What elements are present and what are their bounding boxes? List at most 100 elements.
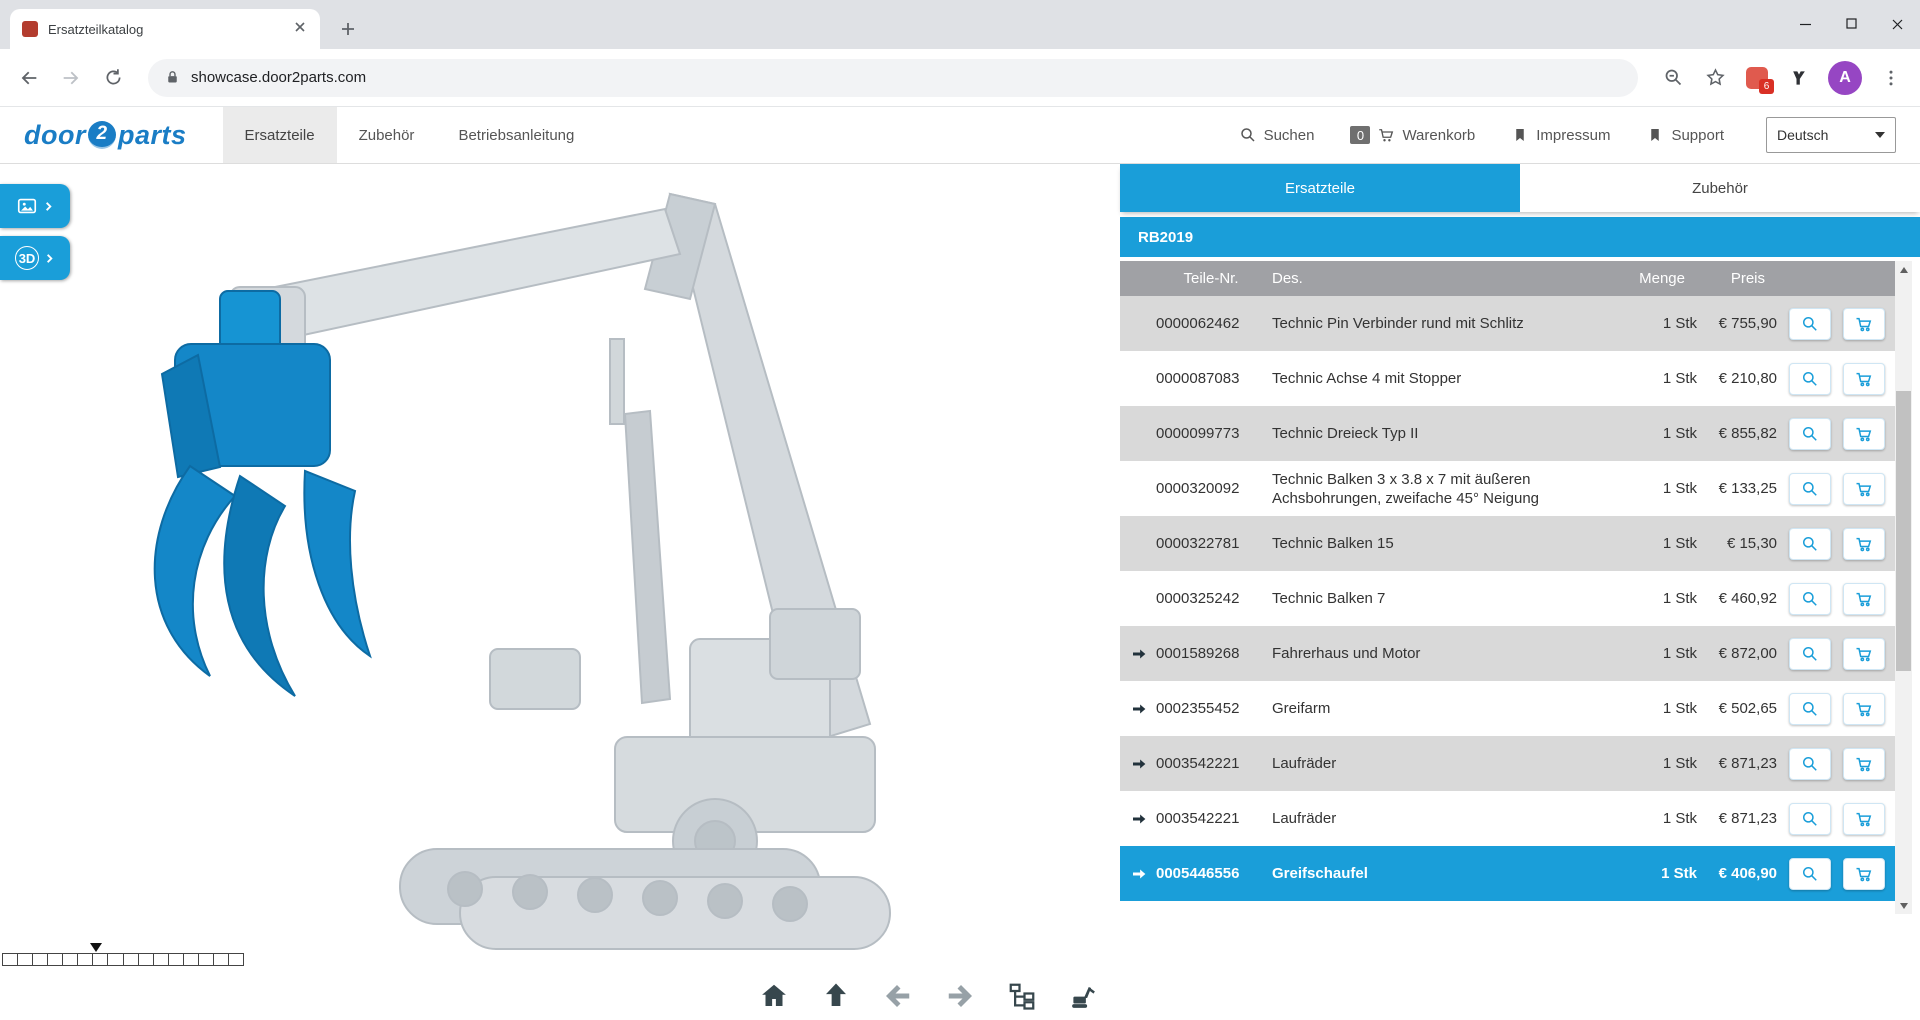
table-row[interactable]: 0000320092 Technic Balken 3 x 3.8 x 7 mi… bbox=[1120, 461, 1895, 516]
zoom-part-button[interactable] bbox=[1789, 748, 1831, 780]
assembly-tree-icon[interactable] bbox=[1006, 980, 1038, 1012]
zoom-part-button[interactable] bbox=[1789, 858, 1831, 890]
window-maximize-button[interactable] bbox=[1828, 0, 1874, 49]
profile-avatar[interactable]: A bbox=[1828, 61, 1862, 95]
extension-icon[interactable]: 6 bbox=[1744, 65, 1770, 91]
add-to-cart-button[interactable] bbox=[1843, 693, 1885, 725]
zoom-part-button[interactable] bbox=[1789, 473, 1831, 505]
slider-track[interactable] bbox=[2, 953, 244, 966]
magnifier-icon bbox=[1800, 699, 1820, 719]
zoom-part-button[interactable] bbox=[1789, 803, 1831, 835]
previous-icon[interactable] bbox=[882, 980, 914, 1012]
zoom-part-button[interactable] bbox=[1789, 528, 1831, 560]
table-row[interactable]: 0000322781 Technic Balken 15 1 Stk € 15,… bbox=[1120, 516, 1895, 571]
extension-icon-2[interactable] bbox=[1786, 65, 1812, 91]
add-to-cart-button[interactable] bbox=[1843, 308, 1885, 340]
scroll-down-icon[interactable] bbox=[1895, 897, 1912, 914]
table-row[interactable]: 0001589268 Fahrerhaus und Motor 1 Stk € … bbox=[1120, 626, 1895, 681]
table-row[interactable]: 0000325242 Technic Balken 7 1 Stk € 460,… bbox=[1120, 571, 1895, 626]
lock-icon bbox=[164, 69, 181, 86]
magnifier-icon bbox=[1800, 369, 1820, 389]
part-description: Greifarm bbox=[1266, 699, 1627, 718]
impressum-link[interactable]: Impressum bbox=[1511, 126, 1610, 144]
tab-close-icon[interactable] bbox=[292, 19, 308, 40]
part-description: Technic Achse 4 mit Stopper bbox=[1266, 369, 1627, 388]
reload-icon[interactable] bbox=[100, 65, 126, 91]
new-tab-button[interactable] bbox=[336, 17, 360, 41]
cart-icon bbox=[1854, 589, 1874, 609]
part-number: 0000322781 bbox=[1156, 535, 1266, 552]
part-quantity: 1 Stk bbox=[1627, 755, 1697, 772]
model-viewer[interactable]: 3D bbox=[0, 164, 1120, 1020]
table-scrollbar[interactable] bbox=[1895, 261, 1912, 914]
forward-icon[interactable] bbox=[58, 65, 84, 91]
tab-favicon bbox=[22, 21, 38, 37]
tab-zubehoer[interactable]: Zubehör bbox=[1520, 164, 1920, 212]
table-row[interactable]: 0002355452 Greifarm 1 Stk € 502,65 bbox=[1120, 681, 1895, 736]
add-to-cart-button[interactable] bbox=[1843, 803, 1885, 835]
zoom-part-button[interactable] bbox=[1789, 363, 1831, 395]
browser-tab[interactable]: Ersatzteilkatalog bbox=[10, 9, 320, 49]
machine-view-icon[interactable] bbox=[1068, 980, 1100, 1012]
tab-ersatzteile[interactable]: Ersatzteile bbox=[1120, 164, 1520, 212]
nav-item-betriebsanleitung[interactable]: Betriebsanleitung bbox=[436, 107, 596, 163]
window-close-button[interactable] bbox=[1874, 0, 1920, 49]
table-row[interactable]: 0000062462 Technic Pin Verbinder rund mi… bbox=[1120, 296, 1895, 351]
main-nav: Ersatzteile Zubehör Betriebsanleitung bbox=[223, 107, 597, 163]
zoom-part-button[interactable] bbox=[1789, 308, 1831, 340]
scrollbar-thumb[interactable] bbox=[1896, 391, 1911, 671]
zoom-scale-slider[interactable] bbox=[2, 943, 244, 966]
part-price: € 210,80 bbox=[1697, 370, 1777, 387]
browser-menu-icon[interactable] bbox=[1878, 65, 1904, 91]
add-to-cart-button[interactable] bbox=[1843, 638, 1885, 670]
extension-badge: 6 bbox=[1759, 79, 1774, 94]
add-to-cart-button[interactable] bbox=[1843, 858, 1885, 890]
up-level-icon[interactable] bbox=[820, 980, 852, 1012]
search-button[interactable]: Suchen bbox=[1239, 126, 1315, 144]
cart-button[interactable]: 0 Warenkorb bbox=[1350, 126, 1475, 144]
table-row[interactable]: 0005446556 Greifschaufel 1 Stk € 406,90 bbox=[1120, 846, 1895, 901]
add-to-cart-button[interactable] bbox=[1843, 748, 1885, 780]
table-row[interactable]: 0000087083 Technic Achse 4 mit Stopper 1… bbox=[1120, 351, 1895, 406]
zoom-part-button[interactable] bbox=[1789, 583, 1831, 615]
language-select[interactable]: Deutsch bbox=[1766, 117, 1896, 153]
part-description: Laufräder bbox=[1266, 754, 1627, 773]
home-icon[interactable] bbox=[758, 980, 790, 1012]
add-to-cart-button[interactable] bbox=[1843, 473, 1885, 505]
zoom-part-button[interactable] bbox=[1789, 693, 1831, 725]
add-to-cart-button[interactable] bbox=[1843, 363, 1885, 395]
add-to-cart-button[interactable] bbox=[1843, 583, 1885, 615]
table-row[interactable]: 0003542221 Laufräder 1 Stk € 871,23 bbox=[1120, 791, 1895, 846]
door2parts-logo[interactable]: door 2 parts bbox=[24, 120, 187, 151]
add-to-cart-button[interactable] bbox=[1843, 528, 1885, 560]
magnifier-icon bbox=[1800, 424, 1820, 444]
table-row[interactable]: 0003542221 Laufräder 1 Stk € 871,23 bbox=[1120, 736, 1895, 791]
support-link[interactable]: Support bbox=[1646, 126, 1724, 144]
nav-item-zubehoer[interactable]: Zubehör bbox=[337, 107, 437, 163]
table-row[interactable]: 0000099773 Technic Dreieck Typ II 1 Stk … bbox=[1120, 406, 1895, 461]
image-view-button[interactable] bbox=[0, 184, 70, 228]
3d-view-button[interactable]: 3D bbox=[0, 236, 70, 280]
part-quantity: 1 Stk bbox=[1627, 700, 1697, 717]
part-number: 0003542221 bbox=[1156, 810, 1266, 827]
magnifier-icon bbox=[1800, 314, 1820, 334]
column-quantity: Menge bbox=[1615, 270, 1685, 287]
bookmark-star-icon[interactable] bbox=[1702, 65, 1728, 91]
scroll-up-icon[interactable] bbox=[1895, 261, 1912, 278]
zoom-out-icon[interactable] bbox=[1660, 65, 1686, 91]
next-icon[interactable] bbox=[944, 980, 976, 1012]
parts-panel: Ersatzteile Zubehör RB2019 Teile-Nr. Des… bbox=[1120, 164, 1920, 1020]
slider-marker[interactable] bbox=[90, 943, 102, 952]
part-description: Technic Balken 7 bbox=[1266, 589, 1627, 608]
add-to-cart-button[interactable] bbox=[1843, 418, 1885, 450]
url-bar[interactable]: showcase.door2parts.com bbox=[148, 59, 1638, 97]
assembly-group-header[interactable]: RB2019 bbox=[1120, 217, 1920, 257]
cart-icon bbox=[1854, 424, 1874, 444]
3d-icon: 3D bbox=[15, 246, 39, 270]
zoom-part-button[interactable] bbox=[1789, 638, 1831, 670]
zoom-part-button[interactable] bbox=[1789, 418, 1831, 450]
excavator-3d-view[interactable] bbox=[70, 179, 1020, 959]
nav-item-ersatzteile[interactable]: Ersatzteile bbox=[223, 107, 337, 163]
window-minimize-button[interactable] bbox=[1782, 0, 1828, 49]
back-icon[interactable] bbox=[16, 65, 42, 91]
